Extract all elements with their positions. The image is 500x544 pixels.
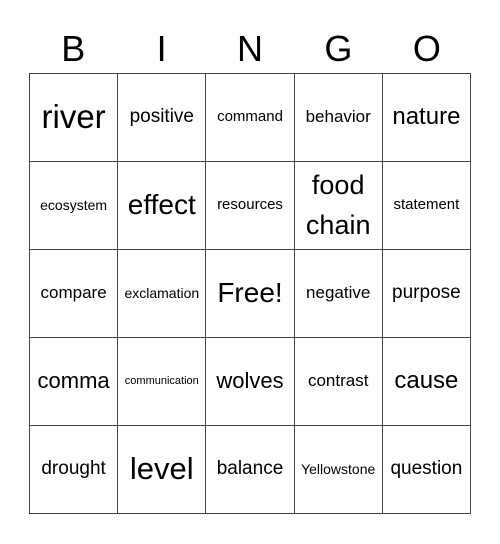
bingo-cell[interactable]: statement	[382, 162, 471, 250]
header-letter-o: O	[412, 28, 441, 69]
bingo-cell[interactable]: question	[382, 426, 471, 514]
bingo-cell[interactable]: balance	[206, 426, 295, 514]
free-space-cell[interactable]: Free!	[206, 250, 295, 338]
bingo-cell[interactable]: nature	[382, 74, 471, 162]
bingo-cell[interactable]: level	[118, 426, 207, 514]
bingo-cell[interactable]: drought	[30, 426, 119, 514]
bingo-cell[interactable]: exclamation	[118, 250, 207, 338]
header-letter-b: B	[61, 28, 86, 69]
bingo-grid: river positive command behavior nature e…	[29, 73, 471, 514]
header-letter-g: G	[324, 28, 353, 69]
bingo-cell[interactable]: contrast	[294, 338, 383, 426]
bingo-cell[interactable]: comma	[30, 338, 119, 426]
bingo-cell[interactable]: positive	[118, 74, 207, 162]
bingo-cell[interactable]: cause	[382, 338, 471, 426]
bingo-cell[interactable]: wolves	[206, 338, 295, 426]
bingo-cell[interactable]: river	[30, 74, 119, 162]
bingo-header: B I N G O	[29, 26, 471, 72]
bingo-cell[interactable]: command	[206, 74, 295, 162]
bingo-cell[interactable]: resources	[206, 162, 295, 250]
header-letter-n: N	[237, 28, 264, 69]
bingo-cell[interactable]: communication	[118, 338, 207, 426]
bingo-cell[interactable]: compare	[30, 250, 119, 338]
bingo-cell[interactable]: negative	[294, 250, 383, 338]
bingo-cell[interactable]: food chain	[294, 162, 383, 250]
bingo-cell[interactable]: effect	[118, 162, 207, 250]
bingo-cell[interactable]: Yellowstone	[294, 426, 383, 514]
bingo-cell[interactable]: purpose	[382, 250, 471, 338]
bingo-cell[interactable]: ecosystem	[30, 162, 119, 250]
header-letter-i: I	[156, 28, 167, 69]
bingo-cell[interactable]: behavior	[294, 74, 383, 162]
